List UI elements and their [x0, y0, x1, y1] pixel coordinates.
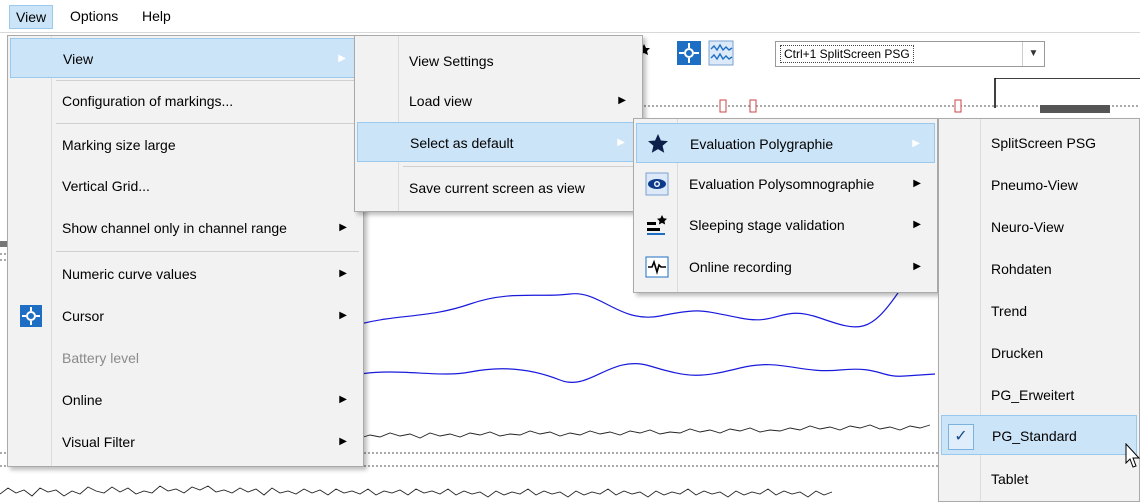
menu-item-label: View Settings	[409, 53, 494, 69]
menu-item-label: Marking size large	[62, 137, 176, 153]
menu-item-label: Rohdaten	[991, 261, 1052, 277]
chevron-right-icon: ▶	[339, 436, 347, 447]
menu-item-view[interactable]: View ▶	[10, 38, 361, 78]
chevron-right-icon: ▶	[913, 261, 921, 272]
star-icon	[646, 132, 670, 156]
chevron-right-icon: ▶	[618, 95, 626, 106]
menu-item-label: Visual Filter	[62, 434, 135, 450]
checkmark-icon: ✓	[948, 424, 974, 450]
chevron-down-icon[interactable]: ▼	[1022, 42, 1044, 66]
menu-item-label: Configuration of markings...	[62, 93, 234, 109]
menu-item-label: Pneumo-View	[991, 177, 1078, 193]
menu-item-pg-standard[interactable]: ✓ PG_Standard	[941, 415, 1137, 455]
menu-item-label: Sleeping stage validation	[689, 217, 845, 233]
chevron-right-icon: ▶	[912, 138, 920, 149]
select-as-default-submenu: Evaluation Polygraphie ▶ Evaluation Poly…	[633, 118, 938, 293]
menu-item-label: Tablet	[991, 471, 1029, 487]
mouse-pointer-icon	[1125, 442, 1140, 469]
menu-separator	[403, 166, 638, 167]
cursor-icon[interactable]	[676, 40, 702, 66]
eye-icon	[645, 172, 669, 196]
signal-wave-icon[interactable]	[708, 40, 734, 66]
menu-item-label: Drucken	[991, 345, 1044, 361]
menu-item-battery-level: Battery level	[10, 338, 361, 378]
menu-separator	[56, 251, 359, 252]
menu-separator	[56, 123, 359, 124]
menu-item-tablet[interactable]: Tablet	[941, 459, 1137, 499]
menu-item-label: Evaluation Polygraphie	[690, 136, 834, 152]
online-recording-icon	[645, 255, 669, 279]
menu-item-vertical-grid[interactable]: Vertical Grid...	[10, 166, 361, 206]
menu-item-pg-erweitert[interactable]: PG_Erweitert	[941, 375, 1137, 415]
menu-item-visual-filter[interactable]: Visual Filter ▶	[10, 422, 361, 462]
menu-help[interactable]: Help	[136, 5, 177, 29]
menu-item-sleeping-stage-validation[interactable]: Sleeping stage validation ▶	[636, 205, 935, 245]
menu-item-show-channel-only[interactable]: Show channel only in channel range ▶	[10, 208, 361, 248]
view-menu: View ▶ Configuration of markings... Mark…	[7, 35, 364, 467]
menu-item-evaluation-polygraphie[interactable]: Evaluation Polygraphie ▶	[636, 123, 935, 163]
menu-options[interactable]: Options	[64, 5, 124, 29]
menu-item-label: Numeric curve values	[62, 266, 197, 282]
chevron-right-icon: ▶	[617, 137, 625, 148]
menu-item-label: Load view	[409, 93, 473, 109]
menu-item-label: Show channel only in channel range	[62, 220, 287, 236]
menu-item-configuration-of-markings[interactable]: Configuration of markings...	[10, 81, 361, 121]
view-combo-value: Ctrl+1 SplitScreen PSG	[780, 45, 914, 63]
menu-item-splitscreen-psg[interactable]: SplitScreen PSG	[941, 123, 1137, 163]
menu-item-label: View	[63, 51, 94, 67]
cursor-icon	[19, 304, 43, 328]
menu-item-marking-size-large[interactable]: Marking size large	[10, 125, 361, 165]
menu-item-label: Evaluation Polysomnographie	[689, 176, 875, 192]
menu-item-drucken[interactable]: Drucken	[941, 333, 1137, 373]
menu-item-pneumo-view[interactable]: Pneumo-View	[941, 165, 1137, 205]
menu-item-label: Online	[62, 392, 103, 408]
menu-item-label: Select as default	[410, 135, 514, 151]
menu-item-online[interactable]: Online ▶	[10, 380, 361, 420]
menu-bar: View Options Help	[0, 0, 1140, 33]
sleep-stage-icon	[645, 213, 669, 237]
chevron-right-icon: ▶	[339, 394, 347, 405]
menu-item-label: Save current screen as view	[409, 180, 585, 196]
menu-item-label: Trend	[991, 303, 1028, 319]
menu-view[interactable]: View	[9, 5, 54, 29]
menu-item-save-current-screen[interactable]: Save current screen as view	[357, 168, 640, 208]
menu-item-label: PG_Erweitert	[991, 387, 1075, 403]
view-combo-box[interactable]: Ctrl+1 SplitScreen PSG ▼	[775, 41, 1045, 67]
menu-item-label: Online recording	[689, 259, 792, 275]
menu-item-online-recording[interactable]: Online recording ▶	[636, 247, 935, 287]
menu-item-select-as-default[interactable]: Select as default ▶	[357, 122, 640, 162]
menu-item-cursor[interactable]: Cursor ▶	[10, 296, 361, 336]
menu-item-label: Battery level	[62, 350, 140, 366]
menu-item-view-settings[interactable]: View Settings	[357, 41, 640, 81]
chevron-right-icon: ▶	[913, 178, 921, 189]
menu-item-label: Neuro-View	[991, 219, 1064, 235]
menu-item-evaluation-polysomnographie[interactable]: Evaluation Polysomnographie ▶	[636, 164, 935, 204]
chevron-right-icon: ▶	[913, 219, 921, 230]
chevron-right-icon: ▶	[339, 310, 347, 321]
view-layout-submenu: SplitScreen PSG Pneumo-View Neuro-View R…	[938, 118, 1140, 502]
menu-item-numeric-curve-values[interactable]: Numeric curve values ▶	[10, 254, 361, 294]
chevron-right-icon: ▶	[339, 268, 347, 279]
menu-item-label: Vertical Grid...	[62, 178, 150, 194]
menu-item-neuro-view[interactable]: Neuro-View	[941, 207, 1137, 247]
menu-item-rohdaten[interactable]: Rohdaten	[941, 249, 1137, 289]
chevron-right-icon: ▶	[339, 222, 347, 233]
menu-item-label: PG_Standard	[992, 428, 1077, 444]
menu-item-label: SplitScreen PSG	[991, 135, 1097, 151]
chevron-right-icon: ▶	[338, 53, 346, 64]
menu-item-label: Cursor	[62, 308, 105, 324]
menu-item-load-view[interactable]: Load view ▶	[357, 81, 640, 121]
view-submenu: View Settings Load view ▶ Select as defa…	[354, 35, 643, 212]
toolbar: Ctrl+1 SplitScreen PSG ▼	[620, 36, 1140, 76]
menu-item-trend[interactable]: Trend	[941, 291, 1137, 331]
